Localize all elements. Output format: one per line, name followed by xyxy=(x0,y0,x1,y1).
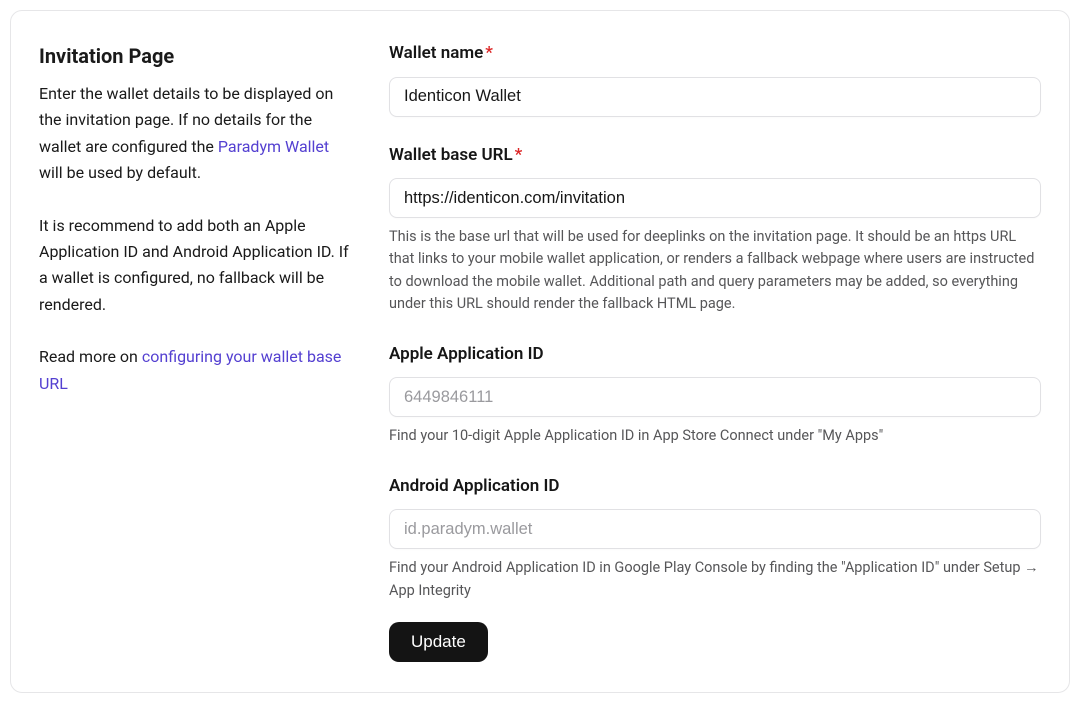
android-app-id-help: Find your Android Application ID in Goog… xyxy=(389,557,1041,602)
wallet-base-url-help: This is the base url that will be used f… xyxy=(389,226,1041,316)
description-paragraph-1: Enter the wallet details to be displayed… xyxy=(39,81,349,187)
wallet-name-input[interactable] xyxy=(389,77,1041,117)
required-mark: * xyxy=(485,43,493,63)
android-app-id-input[interactable] xyxy=(389,509,1041,549)
wallet-base-url-label: Wallet base URL* xyxy=(389,143,1041,169)
wallet-base-url-input[interactable] xyxy=(389,178,1041,218)
android-app-id-field: Android Application ID Find your Android… xyxy=(389,474,1041,602)
android-app-id-label: Android Application ID xyxy=(389,474,1041,500)
apple-app-id-input[interactable] xyxy=(389,377,1041,417)
wallet-base-url-field: Wallet base URL* This is the base url th… xyxy=(389,143,1041,316)
wallet-name-field: Wallet name* xyxy=(389,41,1041,117)
update-button[interactable]: Update xyxy=(389,622,488,662)
paradym-wallet-link[interactable]: Paradym Wallet xyxy=(218,137,329,156)
wallet-name-label: Wallet name* xyxy=(389,41,1041,67)
form-column: Wallet name* Wallet base URL* This is th… xyxy=(389,41,1041,662)
invitation-page-card: Invitation Page Enter the wallet details… xyxy=(10,10,1070,693)
description-paragraph-2: It is recommend to add both an Apple App… xyxy=(39,213,349,319)
description-column: Invitation Page Enter the wallet details… xyxy=(39,41,349,662)
apple-app-id-help: Find your 10-digit Apple Application ID … xyxy=(389,425,1041,447)
required-mark: * xyxy=(515,145,523,165)
apple-app-id-label: Apple Application ID xyxy=(389,342,1041,368)
page-title: Invitation Page xyxy=(39,41,349,71)
description-paragraph-3: Read more on configuring your wallet bas… xyxy=(39,344,349,397)
apple-app-id-field: Apple Application ID Find your 10-digit … xyxy=(389,342,1041,448)
